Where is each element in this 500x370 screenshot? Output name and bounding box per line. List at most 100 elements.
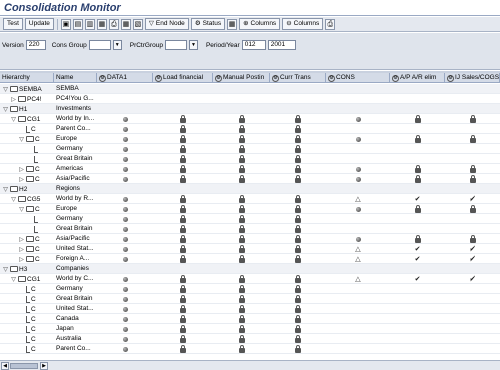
status-cell[interactable] <box>270 164 326 174</box>
status-cell[interactable] <box>270 134 326 144</box>
status-cell[interactable] <box>270 314 326 324</box>
status-cell[interactable]: △ <box>326 244 390 254</box>
status-cell[interactable] <box>97 204 153 214</box>
status-cell[interactable] <box>326 234 390 244</box>
status-cell[interactable] <box>153 224 213 234</box>
status-cell[interactable] <box>153 194 213 204</box>
status-cell[interactable] <box>326 164 390 174</box>
status-cell[interactable] <box>97 234 153 244</box>
status-cell[interactable]: ✔̸ <box>445 254 500 264</box>
status-cell[interactable] <box>153 324 213 334</box>
status-cell[interactable] <box>153 164 213 174</box>
table-row[interactable]: ▷ C Asia/Pacific <box>0 234 500 244</box>
tree-node[interactable]: ▽ SEMBA <box>2 84 42 94</box>
status-cell[interactable] <box>213 334 270 344</box>
status-cell[interactable] <box>270 144 326 154</box>
status-cell[interactable] <box>390 174 445 184</box>
column-header[interactable]: ⚙ DATA1 <box>97 73 153 83</box>
status-cell[interactable] <box>390 134 445 144</box>
table-row[interactable]: C Great Britain <box>0 294 500 304</box>
tree-node[interactable] <box>26 144 39 154</box>
test-button[interactable]: Test <box>3 18 23 30</box>
update-button[interactable]: Update <box>24 18 54 30</box>
table-row[interactable]: ▽ C Europe <box>0 134 500 144</box>
status-cell[interactable] <box>153 294 213 304</box>
tree-node[interactable]: ▽ CG1 <box>10 274 40 284</box>
status-cell[interactable] <box>97 114 153 124</box>
column-header[interactable]: Hierarchy <box>0 73 54 83</box>
status-cell[interactable]: ✔̸ <box>445 274 500 284</box>
status-cell[interactable] <box>445 174 500 184</box>
status-cell[interactable] <box>213 144 270 154</box>
columns-collapse-button[interactable]: ⊖ Columns <box>282 18 324 30</box>
status-cell[interactable] <box>270 254 326 264</box>
status-cell[interactable] <box>97 144 153 154</box>
tree-node[interactable]: C <box>18 124 36 134</box>
tree-node[interactable]: ▷ C <box>18 174 40 184</box>
status-cell[interactable] <box>153 124 213 134</box>
column-header[interactable]: ⚙ Curr Trans <box>270 73 326 83</box>
table-row[interactable]: C Germany <box>0 284 500 294</box>
status-cell[interactable]: △ <box>326 194 390 204</box>
status-cell[interactable] <box>97 334 153 344</box>
tree-node[interactable] <box>26 154 39 164</box>
table-icon[interactable]: ▦ <box>227 18 238 30</box>
prctr-group-dropdown-icon[interactable]: ▼ <box>188 40 198 50</box>
collapse-icon[interactable]: ▽ <box>18 206 25 213</box>
status-cell[interactable] <box>270 204 326 214</box>
tree-node[interactable]: C <box>18 324 36 334</box>
status-cell[interactable] <box>270 244 326 254</box>
tree-node[interactable]: C <box>18 304 36 314</box>
status-cell[interactable] <box>153 144 213 154</box>
tree-node[interactable]: ▽ CG1 <box>10 114 40 124</box>
status-cell[interactable] <box>213 314 270 324</box>
grid-icon[interactable]: ▦ <box>120 18 131 30</box>
status-cell[interactable] <box>445 204 500 214</box>
status-cell[interactable] <box>326 204 390 214</box>
status-cell[interactable] <box>270 274 326 284</box>
table-row[interactable]: ▽ H1 Investments <box>0 104 500 114</box>
status-cell[interactable] <box>270 294 326 304</box>
export-icon[interactable]: ⎙ <box>325 18 336 30</box>
expand-icon[interactable]: ▷ <box>18 236 25 243</box>
status-cell[interactable]: ✔̸ <box>445 244 500 254</box>
status-cell[interactable] <box>270 344 326 354</box>
status-cell[interactable] <box>153 234 213 244</box>
table-row[interactable]: ▽ CG5 World by R... △ ✔ ✔̸ <box>0 194 500 204</box>
status-cell[interactable] <box>153 304 213 314</box>
prctr-group-field[interactable] <box>164 40 187 50</box>
collapse-icon[interactable]: ▽ <box>18 136 25 143</box>
column-header[interactable]: ⚙ IJ Sales/COGS <box>445 73 500 83</box>
status-cell[interactable] <box>97 174 153 184</box>
save-icon[interactable]: ▤ <box>72 18 83 30</box>
horizontal-scrollbar[interactable]: ◀ ▶ <box>0 360 500 370</box>
status-cell[interactable]: ✔ <box>390 274 445 284</box>
lock-icon[interactable]: ▣ <box>60 18 71 30</box>
status-cell[interactable] <box>270 334 326 344</box>
status-cell[interactable] <box>213 304 270 314</box>
status-cell[interactable] <box>153 114 213 124</box>
status-cell[interactable] <box>97 194 153 204</box>
expand-icon[interactable]: ▷ <box>18 166 25 173</box>
table-row[interactable]: Great Britain <box>0 224 500 234</box>
end-node-button[interactable]: ▽ End Node <box>144 18 189 30</box>
period-field[interactable]: 012 <box>241 40 266 50</box>
tree-node[interactable]: ▽ H2 <box>2 184 27 194</box>
status-cell[interactable] <box>213 244 270 254</box>
tree-node[interactable]: ▽ H3 <box>2 264 27 274</box>
status-cell[interactable] <box>270 114 326 124</box>
collapse-icon[interactable]: ▽ <box>2 86 9 93</box>
status-cell[interactable] <box>97 344 153 354</box>
status-cell[interactable] <box>213 324 270 334</box>
tree-node[interactable]: ▷ C <box>18 164 40 174</box>
status-cell[interactable] <box>270 284 326 294</box>
status-cell[interactable] <box>213 154 270 164</box>
status-cell[interactable] <box>153 344 213 354</box>
tree-node[interactable]: ▷ C <box>18 254 40 264</box>
status-cell[interactable] <box>445 134 500 144</box>
status-cell[interactable] <box>390 204 445 214</box>
status-button[interactable]: ⚙ Status <box>190 18 226 30</box>
status-cell[interactable] <box>270 194 326 204</box>
table-row[interactable]: ▷ C Foreign A... △ ✔ ✔̸ <box>0 254 500 264</box>
scroll-thumb[interactable] <box>10 363 38 369</box>
